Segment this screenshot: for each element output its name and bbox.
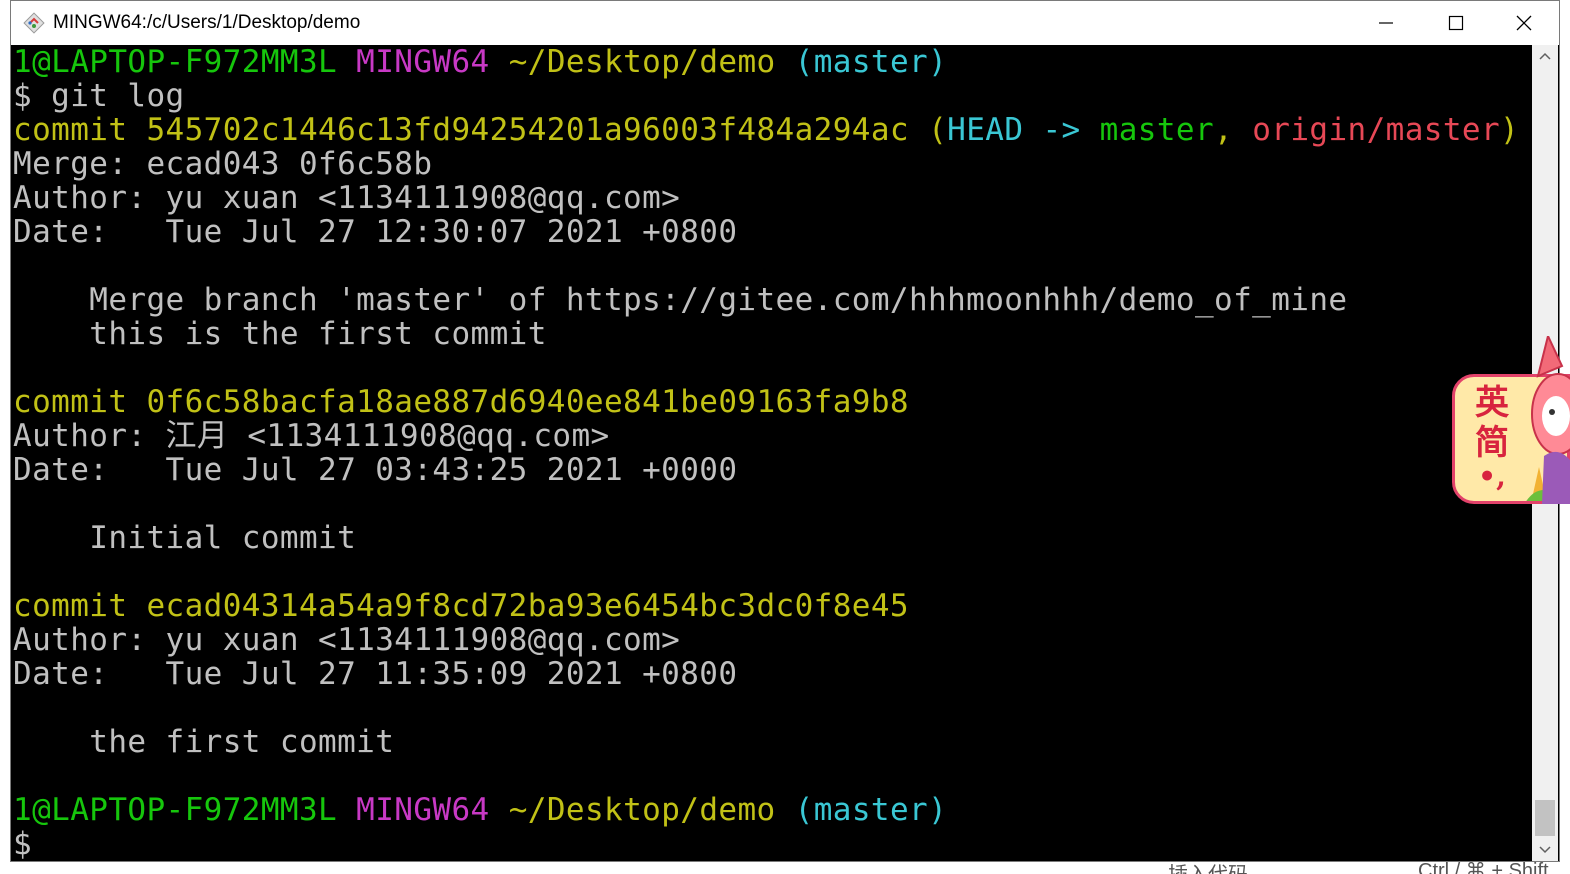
message-line: Merge branch 'master' of https://gitee.c… xyxy=(13,282,1348,318)
terminal-output[interactable]: 1@LAPTOP-F972MM3L MINGW64 ~/Desktop/demo… xyxy=(13,45,1531,861)
date-line: Date: Tue Jul 27 12:30:07 2021 +0800 xyxy=(13,214,738,250)
commit-line: commit ecad04314a54a9f8cd72ba93e6454bc3d… xyxy=(13,589,1531,623)
ime-language-label: 英 xyxy=(1475,383,1509,423)
message-line: this is the first commit xyxy=(13,316,547,352)
author-line: Author: 江月 <1134111908@qq.com> xyxy=(13,418,610,454)
minimize-button[interactable] xyxy=(1351,1,1421,45)
title-bar[interactable]: MINGW64:/c/Users/1/Desktop/demo xyxy=(11,1,1559,45)
maximize-button[interactable] xyxy=(1421,1,1491,45)
ref-master: master xyxy=(1099,112,1215,148)
commit-hash: commit 0f6c58bacfa18ae887d6940ee841be091… xyxy=(13,384,909,420)
ref-close: ) xyxy=(1500,112,1520,148)
ime-script-label: 简 xyxy=(1475,423,1509,463)
command-line: $ git log xyxy=(13,78,185,114)
close-button[interactable] xyxy=(1489,1,1559,45)
ref-open: ( xyxy=(909,112,948,148)
prompt-env: MINGW64 xyxy=(356,792,490,828)
prompt-path: ~/Desktop/demo xyxy=(508,792,776,828)
date-line: Date: Tue Jul 27 03:43:25 2021 +0000 xyxy=(13,452,738,488)
ref-origin: origin/master xyxy=(1252,112,1501,148)
prompt-branch: (master) xyxy=(794,45,948,80)
date-line: Date: Tue Jul 27 11:35:09 2021 +0800 xyxy=(13,656,738,692)
scroll-down-icon xyxy=(1539,846,1551,854)
commit-line: commit 545702c1446c13fd94254201a96003f48… xyxy=(13,113,1531,147)
author-line: Author: yu xuan <1134111908@qq.com> xyxy=(13,180,681,216)
prompt-env: MINGW64 xyxy=(356,45,490,80)
scroll-thumb[interactable] xyxy=(1535,800,1555,836)
window-title: MINGW64:/c/Users/1/Desktop/demo xyxy=(53,12,361,33)
mascot-icon xyxy=(1531,336,1570,504)
scroll-up-icon xyxy=(1539,52,1551,60)
ime-punctuation-icon: •, xyxy=(1478,460,1506,493)
commit-hash: commit 545702c1446c13fd94254201a96003f48… xyxy=(13,112,909,148)
prompt-user: 1@LAPTOP-F972MM3L xyxy=(13,45,338,80)
message-line: Initial commit xyxy=(13,520,357,556)
maximize-icon xyxy=(1448,15,1464,31)
close-icon xyxy=(1516,15,1532,31)
prompt-user: 1@LAPTOP-F972MM3L xyxy=(13,792,338,828)
prompt-line: 1@LAPTOP-F972MM3L MINGW64 ~/Desktop/demo… xyxy=(13,45,1531,79)
ref-separator: , xyxy=(1214,112,1253,148)
commit-hash: commit ecad04314a54a9f8cd72ba93e6454bc3d… xyxy=(13,588,909,624)
merge-line: Merge: ecad043 0f6c58b xyxy=(13,146,433,182)
terminal-window: MINGW64:/c/Users/1/Desktop/demo 1@LAPTOP… xyxy=(10,0,1560,862)
prompt-path: ~/Desktop/demo xyxy=(508,45,776,80)
minimize-icon xyxy=(1379,22,1393,24)
input-prompt[interactable]: $ xyxy=(13,827,1531,861)
message-line: the first commit xyxy=(13,724,395,760)
ref-head: HEAD -> xyxy=(947,112,1100,148)
author-line: Author: yu xuan <1134111908@qq.com> xyxy=(13,622,681,658)
prompt-branch: (master) xyxy=(794,792,948,828)
scroll-up-button[interactable] xyxy=(1532,45,1558,67)
prompt-line: 1@LAPTOP-F972MM3L MINGW64 ~/Desktop/demo… xyxy=(13,793,1531,827)
ime-mode: 英 简 •, xyxy=(1467,383,1517,491)
commit-line: commit 0f6c58bacfa18ae887d6940ee841be091… xyxy=(13,385,1531,419)
scroll-down-button[interactable] xyxy=(1532,839,1558,861)
git-icon xyxy=(23,12,45,34)
